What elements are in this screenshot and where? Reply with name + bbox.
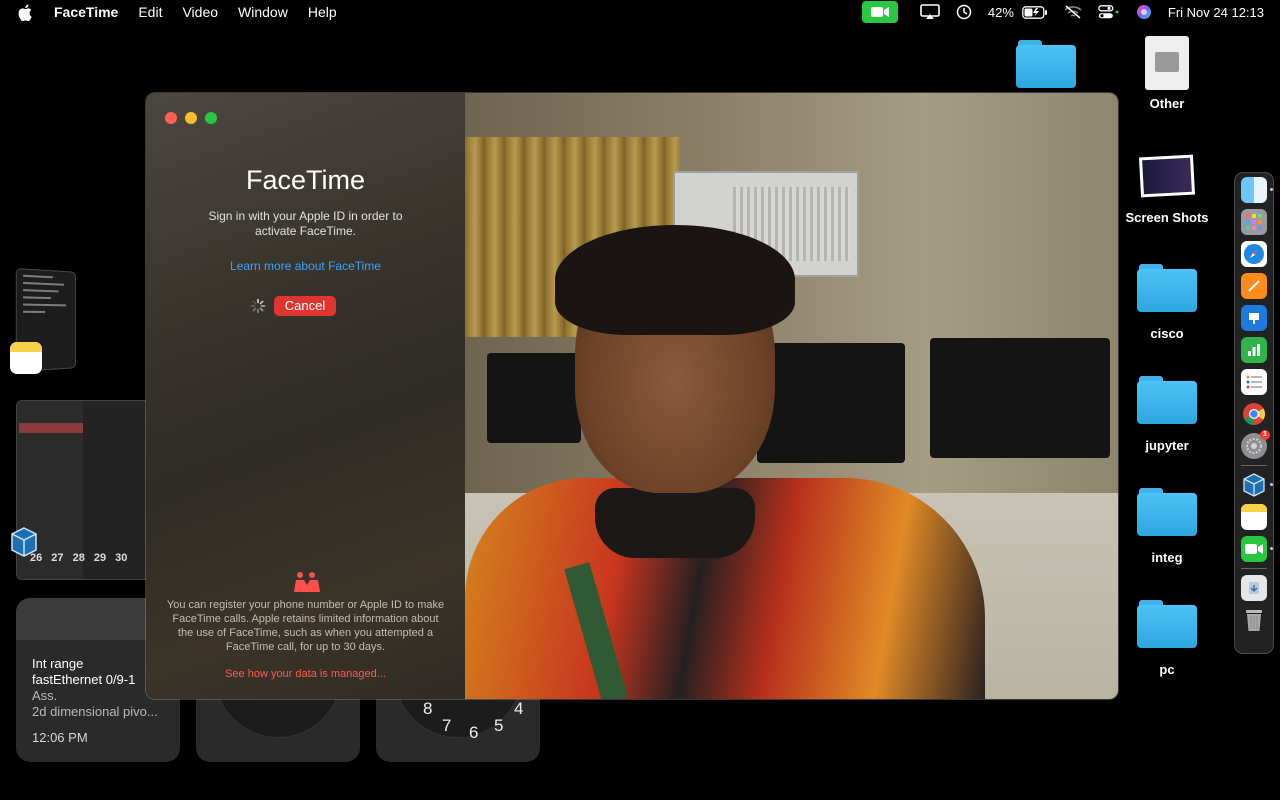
downloads-icon[interactable] [1241, 575, 1267, 601]
desktop-item-other[interactable]: Other [1119, 36, 1215, 111]
note-line-4: 2d dimensional pivo... [32, 704, 158, 719]
dock-separator [1241, 568, 1267, 569]
finder-icon[interactable] [1241, 177, 1273, 203]
facetime-title: FaceTime [245, 165, 366, 195]
data-management-link[interactable]: See how your data is managed... [146, 668, 465, 680]
keynote-icon[interactable] [1241, 305, 1267, 331]
desktop-label: Screen Shots [1125, 210, 1209, 225]
desktop-folder-pc[interactable]: pc [1119, 600, 1215, 677]
apple-menu-icon[interactable] [18, 4, 38, 21]
camera-background-monitor [930, 338, 1110, 458]
battery-icon[interactable] [1022, 0, 1048, 24]
settings-icon[interactable]: 1 [1241, 430, 1270, 459]
folder-icon [1137, 264, 1197, 312]
siri-icon[interactable] [1136, 0, 1152, 24]
desktop-folder-cisco[interactable]: cisco [1119, 264, 1215, 341]
control-center-icon[interactable] [1098, 0, 1120, 24]
clock-number: 7 [442, 716, 452, 735]
desktop-label: integ [1151, 550, 1183, 565]
numbers-icon[interactable] [1241, 337, 1267, 363]
zoom-button[interactable] [205, 112, 217, 124]
cancel-button[interactable]: Cancel [274, 296, 336, 316]
learn-more-link[interactable]: Learn more about FaceTime [146, 259, 465, 273]
safari-icon[interactable] [1241, 241, 1267, 267]
clock-number: 5 [494, 716, 504, 735]
menu-bar: FaceTime Edit Video Window Help 42% Fri … [0, 0, 1280, 24]
clock-number: 6 [469, 723, 479, 742]
trash-icon[interactable] [1241, 607, 1267, 633]
desktop-folder-unnamed[interactable] [998, 40, 1094, 88]
privacy-notice: You can register your phone number or Ap… [166, 599, 445, 653]
settings-badge: 1 [1260, 430, 1270, 440]
facetime-window: FaceTime Sign in with your Apple ID in o… [145, 92, 1119, 700]
facetime-sidebar: FaceTime Sign in with your Apple ID in o… [146, 93, 465, 699]
desktop-label: jupyter [1145, 438, 1189, 453]
dock-separator [1241, 465, 1267, 466]
clock-number: 4 [514, 699, 524, 718]
desktop-label: Other [1149, 96, 1185, 111]
facetime-icon[interactable] [1241, 536, 1273, 562]
disk-icon [1145, 36, 1189, 90]
folder-icon [1137, 600, 1197, 648]
desktop-item-screen-shots[interactable]: Screen Shots [1119, 154, 1215, 225]
close-button[interactable] [165, 112, 177, 124]
notes-app-icon[interactable] [10, 342, 42, 374]
camera-in-use-icon[interactable] [861, 1, 898, 23]
desktop-folder-jupyter[interactable]: jupyter [1119, 376, 1215, 453]
camera-background-monitor [757, 343, 905, 463]
menu-edit[interactable]: Edit [138, 4, 162, 20]
time-machine-icon[interactable] [956, 0, 972, 24]
wifi-off-icon[interactable] [1064, 0, 1082, 24]
folder-icon [1016, 40, 1076, 88]
pages-icon[interactable] [1241, 273, 1267, 299]
camera-person-hair [555, 225, 795, 335]
folder-icon [1137, 376, 1197, 424]
menu-video[interactable]: Video [182, 4, 218, 20]
menubar-clock[interactable]: Fri Nov 24 12:13 [1168, 5, 1264, 20]
screenshot-stack-icon [1138, 154, 1196, 198]
launchpad-icon[interactable] [1241, 209, 1267, 235]
calendar-days-row: 26 27 28 29 30 [30, 552, 128, 564]
notes-icon[interactable] [1241, 504, 1267, 530]
menu-app-name[interactable]: FaceTime [54, 4, 118, 20]
privacy-handshake-icon [292, 571, 320, 593]
menu-window[interactable]: Window [238, 4, 288, 20]
desktop-label: pc [1159, 662, 1175, 677]
note-time: 12:06 PM [32, 730, 88, 745]
desktop-label: cisco [1150, 326, 1184, 341]
virtualbox-icon[interactable] [1241, 472, 1273, 498]
camera-person-collar [595, 488, 755, 558]
loading-spinner-icon [250, 298, 266, 314]
battery-percentage: 42% [987, 4, 1014, 20]
dock: 1 [1234, 172, 1274, 654]
chrome-icon[interactable] [1241, 401, 1267, 427]
clock-number: 8 [423, 699, 433, 718]
menu-help[interactable]: Help [308, 4, 337, 20]
reminders-icon[interactable] [1241, 369, 1267, 395]
minimize-button[interactable] [185, 112, 197, 124]
sign-in-instructions: Sign in with your Apple ID in order to a… [208, 209, 403, 238]
screen-mirroring-icon[interactable] [920, 0, 940, 24]
camera-preview [465, 93, 1118, 699]
desktop-folder-integ[interactable]: integ [1119, 488, 1215, 565]
folder-icon [1137, 488, 1197, 536]
camera-background-monitor [487, 353, 581, 443]
